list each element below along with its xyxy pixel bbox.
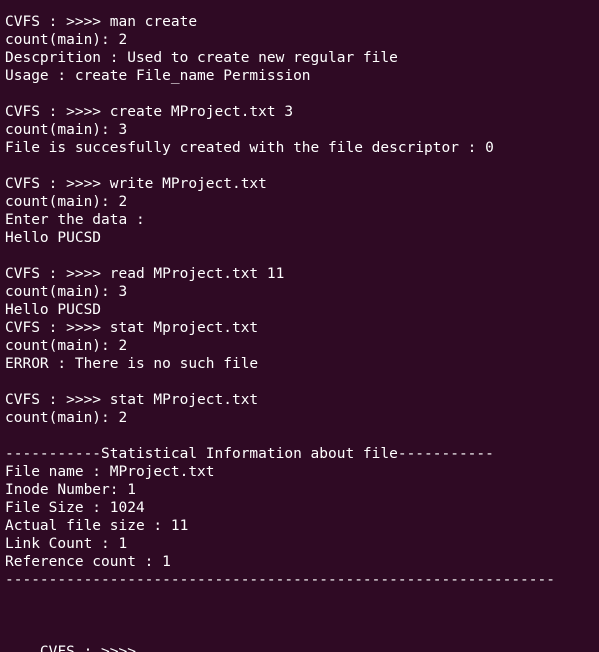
terminal-line: CVFS : >>>> create MProject.txt 3 — [5, 104, 294, 120]
terminal-line: -----------Statistical Information about… — [5, 446, 494, 462]
terminal-line: count(main): 3 — [5, 122, 128, 138]
terminal-line: Reference count : 1 — [5, 554, 171, 570]
terminal-line: Actual file size : 11 — [5, 518, 189, 534]
prompt-label: CVFS : >>>> — [39, 644, 136, 652]
terminal-line: Link Count : 1 — [5, 536, 128, 552]
terminal-line: count(main): 3 — [5, 284, 128, 300]
terminal-line: Hello PUCSD — [5, 230, 102, 246]
terminal-line: Inode Number: 1 — [5, 482, 136, 498]
terminal-line: File Size : 1024 — [5, 500, 145, 516]
terminal-line: Usage : create File_name Permission — [5, 68, 311, 84]
terminal-line: count(main): 2 — [5, 194, 128, 210]
terminal-line: CVFS : >>>> stat Mproject.txt — [5, 320, 259, 336]
terminal-line: File is succesfully created with the fil… — [5, 140, 494, 156]
terminal-line: CVFS : >>>> stat MProject.txt — [5, 392, 259, 408]
terminal-line: count(main): 2 — [5, 338, 128, 354]
terminal-line: count(main): 2 — [5, 410, 128, 426]
terminal-line: CVFS : >>>> read MProject.txt 11 — [5, 266, 285, 282]
terminal-line: CVFS : >>>> man create — [5, 14, 198, 30]
terminal-line: Enter the data : — [5, 212, 145, 228]
terminal-line: count(main): 2 — [5, 32, 128, 48]
terminal-line: Hello PUCSD — [5, 302, 102, 318]
terminal-line: CVFS : >>>> write MProject.txt — [5, 176, 267, 192]
terminal-line: ERROR : There is no such file — [5, 356, 259, 372]
command-prompt[interactable]: CVFS : >>>> — [5, 625, 136, 652]
terminal-line: Descprition : Used to create new regular… — [5, 50, 398, 66]
terminal-line: ----------------------------------------… — [5, 572, 555, 588]
terminal-window[interactable]: CVFS : >>>> man create count(main): 2 De… — [0, 0, 599, 652]
terminal-line: File name : MProject.txt — [5, 464, 215, 480]
